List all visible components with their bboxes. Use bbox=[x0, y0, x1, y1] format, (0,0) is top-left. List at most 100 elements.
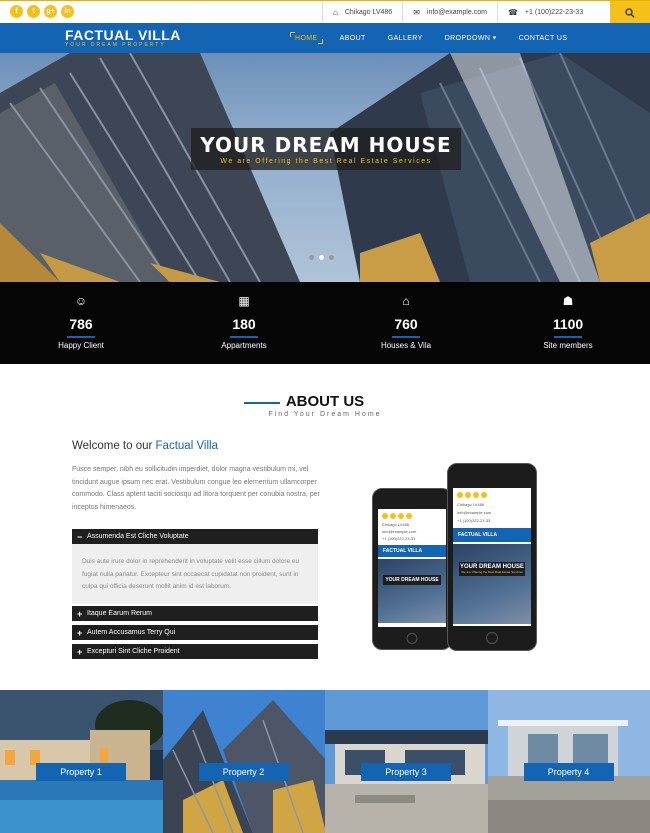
home-icon: ⌂ bbox=[333, 8, 338, 17]
stat-label: Houses & Vila bbox=[380, 341, 432, 350]
phone-social-icons bbox=[457, 492, 487, 498]
phone-item: ☎ +1 (100)222-23-33 bbox=[496, 1, 593, 24]
stat-value: 1100 bbox=[552, 316, 584, 332]
users-icon: ☗ bbox=[562, 294, 574, 308]
phone-email: info@example.com bbox=[457, 510, 492, 515]
accordion-header-1[interactable]: − Assumenda Est Cliche Voluptate bbox=[72, 529, 318, 544]
property-image-1 bbox=[0, 690, 163, 833]
hero-slider[interactable]: YOUR DREAM HOUSE We are Offering the Bes… bbox=[0, 53, 650, 282]
phone-hero-title: YOUR DREAM HOUSE We are Offering the Bes… bbox=[459, 562, 525, 576]
phone-hero: YOUR DREAM HOUSE We are Offering the Bes… bbox=[453, 544, 531, 624]
property-label[interactable]: Property 2 bbox=[198, 763, 289, 781]
slider-dots bbox=[309, 255, 334, 260]
welcome-prefix: Welcome to our bbox=[72, 440, 153, 452]
stat-value: 180 bbox=[232, 316, 256, 332]
social-links: f t g+ in bbox=[10, 5, 74, 18]
about-subtitle: Find Your Dream Home bbox=[268, 411, 382, 418]
accordion-header-3[interactable]: + Autem Accusamus Terry Qui bbox=[72, 625, 318, 640]
about-title: ABOUT US bbox=[243, 393, 365, 410]
stat-houses: ⌂ 760 Houses & Vila bbox=[351, 294, 461, 350]
stat-value: 786 bbox=[69, 316, 93, 332]
property-label[interactable]: Property 4 bbox=[523, 763, 614, 781]
property-card-4[interactable]: Property 4 bbox=[487, 690, 650, 833]
phone-hero-subtitle: We are Offering the Best Real Estate Ser… bbox=[461, 570, 523, 574]
slider-dot-3[interactable] bbox=[329, 255, 334, 260]
nav-contact[interactable]: CONTACT US bbox=[508, 23, 579, 53]
stat-label: Happy Client bbox=[58, 341, 104, 350]
facebook-icon[interactable]: f bbox=[10, 5, 23, 18]
twitter-icon[interactable]: t bbox=[27, 5, 40, 18]
phone-hero-title: YOUR DREAM HOUSE bbox=[383, 575, 441, 585]
property-image-2 bbox=[162, 690, 325, 833]
stat-underline bbox=[230, 336, 258, 338]
top-bar: f t g+ in ⌂ Chikago LV486 ✉ info@example… bbox=[0, 0, 650, 24]
contact-info: ⌂ Chikago LV486 ✉ info@example.com ☎ +1 … bbox=[322, 1, 593, 24]
nav-gallery[interactable]: GALLERY bbox=[377, 23, 434, 53]
accordion: − Assumenda Est Cliche Voluptate Duis au… bbox=[72, 529, 318, 604]
address-text: Chikago LV486 bbox=[344, 9, 393, 16]
property-card-2[interactable]: Property 2 bbox=[162, 690, 325, 833]
accordion-item-4: + Excepturi Sint Cliche Proident bbox=[72, 644, 318, 659]
nav-menu: HOME ABOUT GALLERY DROPDOWN ▾ CONTACT US bbox=[284, 23, 578, 53]
plus-icon: + bbox=[77, 627, 83, 638]
nav-about[interactable]: ABOUT bbox=[329, 23, 377, 53]
phone-mockup-large: Chikago LV486 info@example.com +1 (100)2… bbox=[447, 463, 537, 651]
phone-text: +1 (100)222-23-33 bbox=[524, 9, 584, 16]
stat-underline bbox=[392, 336, 420, 338]
property-card-3[interactable]: Property 3 bbox=[325, 690, 488, 833]
phone-social-icons bbox=[382, 513, 412, 519]
search-button[interactable] bbox=[610, 1, 650, 24]
stat-label: Appartments bbox=[221, 341, 267, 350]
slider-dot-2[interactable] bbox=[319, 255, 324, 260]
welcome-highlight: Factual Villa bbox=[155, 440, 218, 452]
main-navbar: FACTUAL VILLA YOUR DREAM PROPERTY HOME A… bbox=[0, 23, 650, 53]
accordion-body-1: Duis aute irure dolor in reprehenderit i… bbox=[72, 544, 318, 604]
property-card-1[interactable]: Property 1 bbox=[0, 690, 163, 833]
search-icon bbox=[625, 7, 635, 18]
nav-dropdown[interactable]: DROPDOWN ▾ bbox=[434, 23, 508, 53]
hero-subtitle: We are Offering the Best Real Estate Ser… bbox=[220, 158, 432, 165]
property-label[interactable]: Property 3 bbox=[361, 763, 451, 781]
smile-icon: ☺ bbox=[74, 294, 88, 308]
site-logo[interactable]: FACTUAL VILLA YOUR DREAM PROPERTY bbox=[65, 27, 181, 48]
phone-email: info@example.com bbox=[382, 529, 417, 534]
home-icon: ⌂ bbox=[402, 294, 410, 308]
stat-underline bbox=[554, 336, 582, 338]
accordion-title: Excepturi Sint Cliche Proident bbox=[87, 648, 180, 655]
address-item: ⌂ Chikago LV486 bbox=[322, 1, 402, 24]
phone-phone: +1 (100)222-23-33 bbox=[457, 518, 491, 523]
email-text[interactable]: info@example.com bbox=[427, 9, 487, 16]
envelope-icon: ✉ bbox=[413, 8, 420, 17]
google-plus-icon[interactable]: g+ bbox=[44, 5, 57, 18]
plus-icon: + bbox=[77, 608, 83, 619]
accordion-header-4[interactable]: + Excepturi Sint Cliche Proident bbox=[72, 644, 318, 659]
hero-caption: YOUR DREAM HOUSE We are Offering the Bes… bbox=[191, 128, 461, 170]
nav-home[interactable]: HOME bbox=[284, 23, 329, 53]
phone-hero: YOUR DREAM HOUSE bbox=[378, 559, 446, 623]
minus-icon: − bbox=[77, 531, 83, 542]
phone-mockup-small: Chikago LV486 info@example.com +1 (100)2… bbox=[372, 488, 452, 650]
phone-address: Chikago LV486 bbox=[382, 522, 410, 527]
phone-home-button bbox=[406, 633, 418, 644]
plus-icon: + bbox=[77, 646, 83, 657]
accordion-item-3: + Autem Accusamus Terry Qui bbox=[72, 625, 318, 640]
property-label[interactable]: Property 1 bbox=[36, 763, 126, 781]
slider-dot-1[interactable] bbox=[309, 255, 314, 260]
stat-label: Site members bbox=[543, 341, 593, 350]
stat-appartments: ▦ 180 Appartments bbox=[189, 294, 299, 350]
phone-screen: Chikago LV486 info@example.com +1 (100)2… bbox=[453, 488, 531, 626]
email-item[interactable]: ✉ info@example.com bbox=[402, 1, 497, 24]
properties-strip: Property 1 Property 2 Property 3 Propert… bbox=[0, 690, 650, 833]
welcome-heading: Welcome to our Factual Villa bbox=[72, 440, 218, 452]
phone-screen: Chikago LV486 info@example.com +1 (100)2… bbox=[378, 509, 446, 627]
phone-phone: +1 (100)222-23-33 bbox=[382, 536, 416, 541]
about-header: ABOUT US Find Your Dream Home bbox=[0, 393, 650, 418]
property-image-3 bbox=[325, 690, 488, 833]
accordion-title: Itaque Earum Rerum bbox=[87, 610, 152, 617]
stat-members: ☗ 1100 Site members bbox=[513, 294, 623, 350]
accordion-title: Assumenda Est Cliche Voluptate bbox=[87, 533, 189, 540]
linkedin-icon[interactable]: in bbox=[61, 5, 74, 18]
hero-title: YOUR DREAM HOUSE bbox=[200, 133, 452, 157]
phone-address: Chikago LV486 bbox=[457, 502, 485, 507]
accordion-header-2[interactable]: + Itaque Earum Rerum bbox=[72, 606, 318, 621]
